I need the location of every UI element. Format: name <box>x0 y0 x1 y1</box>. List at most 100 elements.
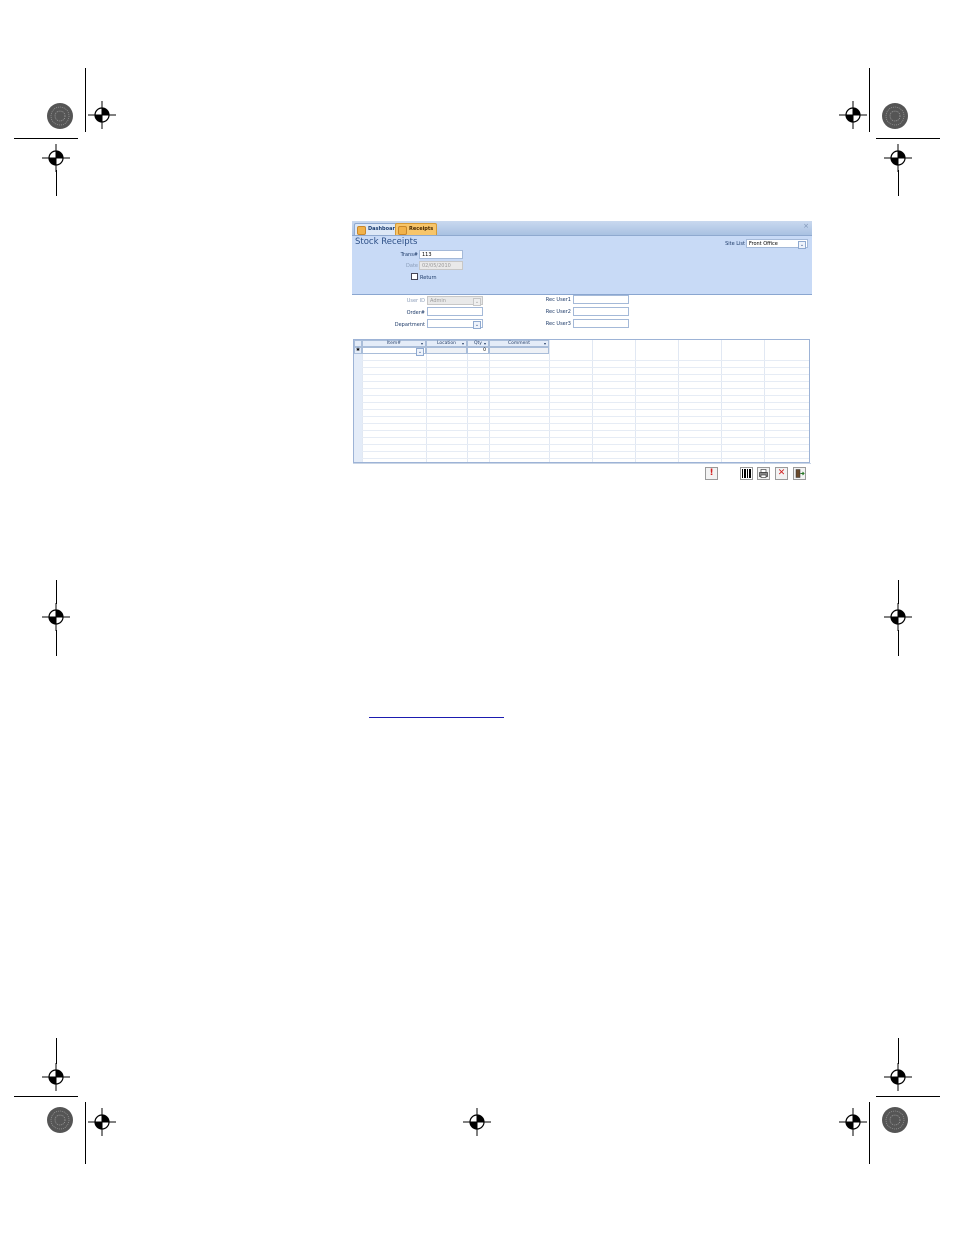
user-id-label: User ID <box>406 298 425 304</box>
site-list-label: Site List <box>725 241 745 247</box>
alert-button[interactable]: ! <box>705 467 718 480</box>
chevron-down-icon[interactable]: ⌄ <box>798 241 806 249</box>
column-header-location[interactable]: Location ▾ <box>426 340 467 347</box>
grid-row-line <box>362 444 809 445</box>
qty-cell[interactable]: 0 <box>467 347 489 354</box>
grid-row-line <box>362 409 809 410</box>
new-record-icon: ✱ <box>356 348 360 353</box>
user-id-value: Admin <box>430 298 446 304</box>
crop-line <box>876 138 940 139</box>
delete-button[interactable]: ✕ <box>775 467 788 480</box>
form-header: Stock Receipts Site List Front Office ⌄ … <box>352 236 812 295</box>
department-select[interactable]: ⌄ <box>427 319 483 329</box>
crop-line <box>898 580 899 604</box>
hyperlink-underline[interactable] <box>369 717 504 718</box>
crop-line <box>56 580 57 604</box>
crosshair-mark-icon <box>88 101 116 129</box>
page-title: Stock Receipts <box>355 237 418 247</box>
date-value: 02/05/2010 <box>422 263 451 269</box>
new-row-selector[interactable]: ✱ <box>354 347 362 354</box>
crosshair-mark-icon <box>463 1108 491 1136</box>
rec-user2-field[interactable] <box>573 307 629 316</box>
select-all-cell[interactable] <box>354 340 362 347</box>
rec-user3-label: Rec User3 <box>545 321 571 327</box>
crop-line <box>56 1038 57 1064</box>
receipts-tab-icon <box>398 226 407 235</box>
crop-line <box>898 630 899 656</box>
grid-row-line <box>362 451 809 452</box>
column-header-item[interactable]: Item# ▾ <box>362 340 426 347</box>
grid-row-line <box>362 367 809 368</box>
comment-cell[interactable] <box>489 347 549 354</box>
department-label: Department <box>394 322 425 328</box>
order-field[interactable] <box>427 307 483 316</box>
column-header-location-label: Location <box>436 341 457 346</box>
column-header-qty[interactable]: Qty ▾ <box>467 340 489 347</box>
rec-user1-field[interactable] <box>573 295 629 304</box>
crosshair-mark-icon <box>88 1108 116 1136</box>
crop-line <box>56 630 57 656</box>
rec-user3-field[interactable] <box>573 319 629 328</box>
exit-button[interactable] <box>793 467 806 480</box>
crop-line <box>898 1038 899 1064</box>
order-label: Order# <box>406 310 425 316</box>
grid-row-line <box>362 360 809 361</box>
chevron-down-icon: ⌄ <box>473 298 481 306</box>
crop-line <box>85 68 86 132</box>
column-header-comment-label: Comment <box>507 341 531 346</box>
chevron-down-icon[interactable]: ⌄ <box>473 321 481 329</box>
crosshair-mark-icon <box>884 144 912 172</box>
date-label: Date <box>406 263 418 269</box>
user-id-field: Admin ⌄ <box>427 296 483 306</box>
alert-icon: ! <box>709 468 714 478</box>
qty-value: 0 <box>483 348 486 353</box>
tab-dashboard-label: Dashboard <box>368 226 399 232</box>
crosshair-mark-icon <box>884 1063 912 1091</box>
crosshair-mark-icon <box>42 1063 70 1091</box>
item-cell[interactable]: ⌄ <box>362 347 426 356</box>
column-header-qty-label: Qty <box>474 341 482 346</box>
registration-rosette-icon <box>881 1106 909 1134</box>
exit-door-icon <box>795 469 805 478</box>
crosshair-mark-icon <box>839 1108 867 1136</box>
site-list-select[interactable]: Front Office ⌄ <box>746 239 808 249</box>
site-list-value: Front Office <box>749 241 778 247</box>
barcode-button[interactable] <box>740 467 753 480</box>
grid-row-line <box>362 381 809 382</box>
receipts-grid[interactable]: Item# ▾ Location ▾ Qty ▾ Comment ▾ ✱ ⌄ 0 <box>353 339 810 463</box>
rec-user1-label: Rec User1 <box>545 297 571 303</box>
printer-icon <box>759 469 768 478</box>
date-field: 02/05/2010 <box>419 261 463 270</box>
stock-receipts-window: Dashboard Receipts × Stock Receipts Site… <box>352 221 812 483</box>
tab-receipts[interactable]: Receipts <box>395 223 438 235</box>
crop-line <box>876 1096 940 1097</box>
crop-line <box>869 1102 870 1164</box>
tab-bar: Dashboard Receipts × <box>352 221 812 236</box>
close-tab-icon[interactable]: × <box>803 222 809 230</box>
grid-row-line <box>362 395 809 396</box>
grid-row-line <box>362 423 809 424</box>
trans-field[interactable]: 113 <box>419 250 463 259</box>
chevron-down-icon[interactable]: ⌄ <box>416 348 424 356</box>
grid-row-line <box>362 374 809 375</box>
registration-rosette-icon <box>881 102 909 130</box>
grid-row-line <box>362 388 809 389</box>
dashboard-tab-icon <box>357 226 366 235</box>
column-header-comment[interactable]: Comment ▾ <box>489 340 549 347</box>
return-checkbox[interactable] <box>411 273 418 280</box>
trans-value: 113 <box>422 252 432 258</box>
crop-line <box>898 170 899 196</box>
rec-user2-label: Rec User2 <box>545 309 571 315</box>
print-button[interactable] <box>757 467 770 480</box>
column-header-item-label: Item# <box>386 341 401 346</box>
crop-line <box>85 1102 86 1164</box>
grid-row-line <box>362 430 809 431</box>
crop-line <box>869 68 870 132</box>
tab-receipts-label: Receipts <box>409 226 434 232</box>
crop-line <box>14 138 78 139</box>
barcode-icon <box>742 469 751 478</box>
crop-line <box>14 1096 78 1097</box>
crosshair-mark-icon <box>884 603 912 631</box>
location-cell[interactable] <box>426 347 467 354</box>
return-label: Return <box>420 275 437 281</box>
